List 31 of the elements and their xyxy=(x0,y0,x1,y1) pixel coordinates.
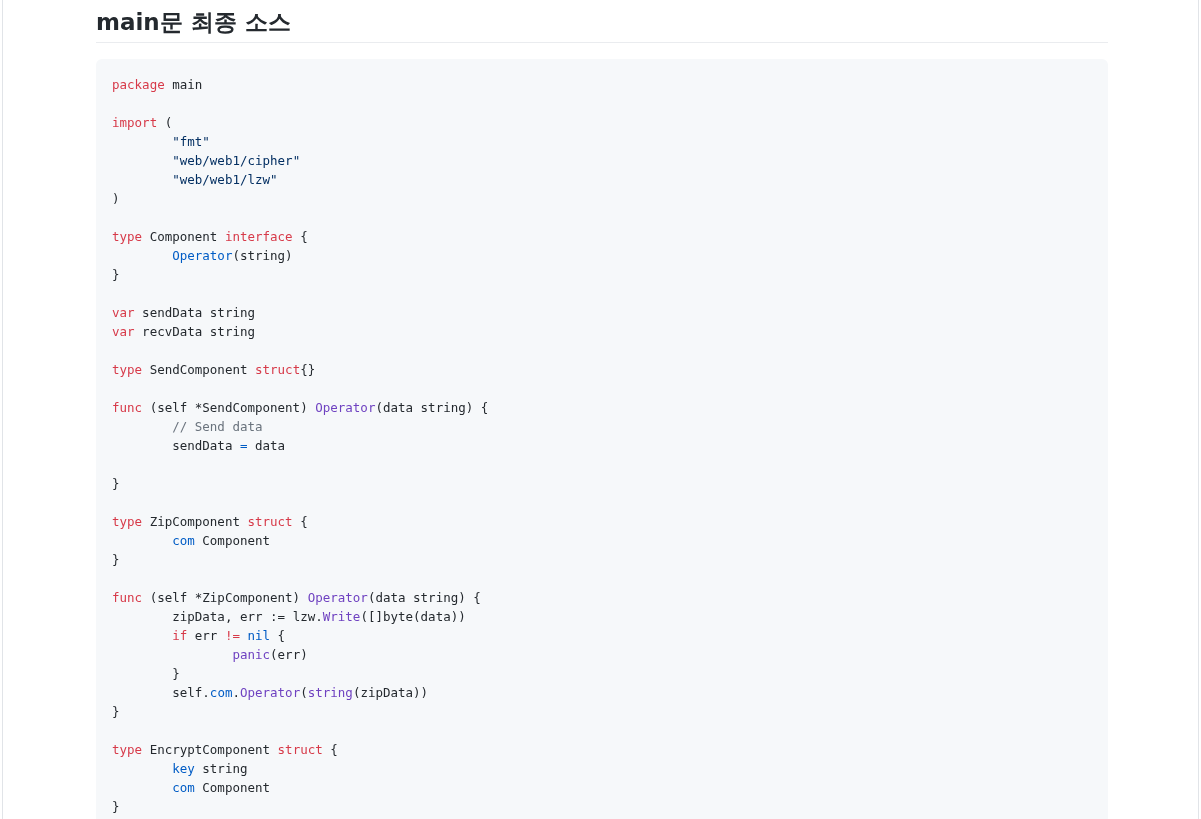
code-line: self.com.Operator(string(zipData)) xyxy=(171,684,429,702)
section-heading: main문 최종 소스 xyxy=(96,0,1108,43)
code-line: "web/web1/lzw" xyxy=(171,171,278,189)
code-line: } xyxy=(112,798,120,816)
code-line: package main xyxy=(112,76,203,94)
code-line: } xyxy=(171,665,180,683)
code-line: type EncryptComponent struct { xyxy=(112,741,338,759)
code-line: if err != nil { xyxy=(171,627,286,645)
code-line: "web/web1/cipher" xyxy=(171,152,301,170)
code-line: type Component interface { xyxy=(112,228,308,246)
code-line: com Component xyxy=(171,779,271,797)
code-line: ) xyxy=(112,190,120,208)
code-line: var recvData string xyxy=(112,323,255,341)
code-line: func (self *ZipComponent) Operator(data string) { xyxy=(112,589,481,607)
code-line: func (self *SendComponent) Operator(data string) { xyxy=(112,399,489,417)
code-line: "fmt" xyxy=(171,133,210,151)
code-line: zipData, err := lzw.Write([]byte(data)) xyxy=(171,608,466,626)
code-line: type ZipComponent struct { xyxy=(112,513,308,531)
code-line: var sendData string xyxy=(112,304,255,322)
code-line: com Component xyxy=(171,532,271,550)
code-line: } xyxy=(112,551,120,569)
code-line: } xyxy=(112,703,120,721)
code-line: sendData = data xyxy=(171,437,286,455)
code-line: } xyxy=(112,266,120,284)
code-line: } xyxy=(112,475,120,493)
code-line: import ( xyxy=(112,114,173,132)
code-line: type SendComponent struct{} xyxy=(112,361,316,379)
code-line: key string xyxy=(171,760,248,778)
code-line: Operator(string) xyxy=(171,247,293,265)
code-line: // Send data xyxy=(171,418,263,436)
code-line: panic(err) xyxy=(231,646,308,664)
